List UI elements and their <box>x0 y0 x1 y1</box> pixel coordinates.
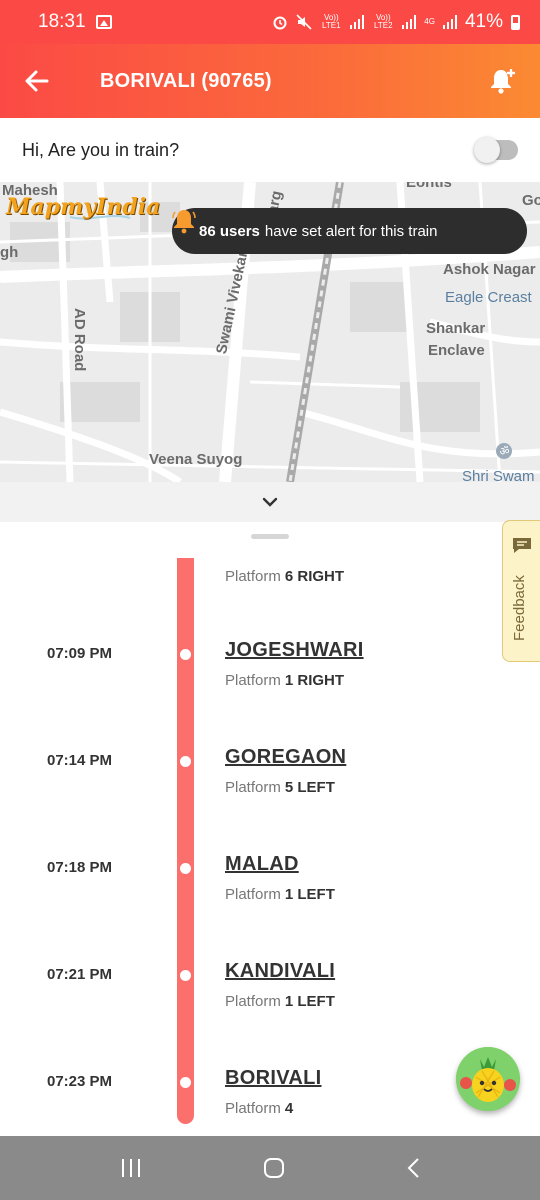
map-label: Eagle Creast <box>445 289 532 306</box>
platform-value: 1 LEFT <box>284 993 335 1010</box>
map-label: Shankar <box>426 320 486 337</box>
status-time: 18:31 <box>38 11 86 32</box>
platform-value: 1 RIGHT <box>284 672 345 689</box>
stop-name-link[interactable]: MALAD <box>225 853 299 876</box>
map-view[interactable]: Mahesh gh AD Road Swami Vivekan arg Asho… <box>0 182 540 482</box>
stop-name-link[interactable]: BORIVALI <box>225 1067 321 1090</box>
mapmyindia-logo: MapmyIndia <box>6 194 161 220</box>
network-label: 4G <box>424 17 435 26</box>
stop-name-link[interactable]: KANDIVALI <box>225 960 335 983</box>
stop-platform: Platform 5 LEFT <box>225 779 335 796</box>
drag-handle[interactable] <box>251 534 289 539</box>
signal-icon-2 <box>402 15 417 29</box>
stop-platform: Platform 1 RIGHT <box>225 672 344 689</box>
back-arrow-icon <box>25 70 49 92</box>
map-label: Eohtis <box>406 182 452 191</box>
map-label: gh <box>0 244 19 261</box>
battery-percent: 41% <box>464 11 503 32</box>
stop-platform: Platform 1 LEFT <box>225 886 335 903</box>
back-nav-icon[interactable] <box>405 1157 421 1179</box>
temple-icon: ॐ <box>496 443 512 459</box>
add-alert-button[interactable] <box>466 44 540 118</box>
platform-label: Platform <box>225 568 281 585</box>
stop-dot <box>180 1077 191 1088</box>
app-bar: BORIVALI (90765) <box>0 44 540 118</box>
stop-name-link[interactable]: JOGESHWARI <box>225 639 364 662</box>
recents-icon[interactable] <box>119 1157 143 1179</box>
map-label: Enclave <box>428 342 485 359</box>
platform-label: Platform <box>225 1100 281 1117</box>
pineapple-mascot-icon <box>456 1047 520 1111</box>
home-icon[interactable] <box>262 1156 286 1180</box>
bell-icon <box>172 210 196 234</box>
sim1-label: Vo)) LTE1 <box>322 13 341 30</box>
battery-icon <box>511 14 520 30</box>
stop-dot <box>180 649 191 660</box>
platform-label: Platform <box>225 886 281 903</box>
alarm-icon <box>273 16 287 30</box>
stop-dot <box>180 756 191 767</box>
in-train-question: Hi, Are you in train? <box>22 139 180 160</box>
stop-dot <box>180 863 191 874</box>
in-train-row: Hi, Are you in train? <box>0 118 540 182</box>
map-collapse-toggle[interactable] <box>0 482 540 522</box>
stop-time: 07:18 PM <box>47 859 113 876</box>
map-label: AD Road <box>71 308 88 372</box>
stop-time: 07:23 PM <box>47 1073 113 1090</box>
feedback-tab[interactable]: Feedback <box>502 520 540 662</box>
route-timeline[interactable]: Platform 6 RIGHT 07:09 PM JOGESHWARI Plat… <box>0 522 540 1136</box>
status-icons: Vo)) LTE1 Vo)) LTE2 4G 41% <box>272 11 520 33</box>
platform-label: Platform <box>225 993 281 1010</box>
map-label: Ashok Nagar <box>443 261 536 278</box>
in-train-toggle[interactable] <box>474 137 518 163</box>
back-button[interactable] <box>0 44 74 118</box>
previous-stop-platform: Platform 6 RIGHT <box>225 568 344 585</box>
sim2-label: Vo)) LTE2 <box>374 13 393 30</box>
stop-name-link[interactable]: GOREGAON <box>225 746 346 769</box>
map-label: Shri Swam <box>462 468 535 482</box>
alert-users-banner: 86 users have set alert for this train <box>172 208 527 254</box>
system-nav-bar <box>0 1136 540 1200</box>
platform-value: 5 LEFT <box>284 779 335 796</box>
signal-icon-3 <box>442 15 457 29</box>
timeline-stop: 07:18 PM MALAD Platform 1 LEFT <box>0 853 540 929</box>
stop-time: 07:21 PM <box>47 966 113 983</box>
feedback-label: Feedback <box>511 575 528 641</box>
bell-plus-icon <box>491 69 515 94</box>
platform-label: Platform <box>225 672 281 689</box>
platform-label: Platform <box>225 779 281 796</box>
platform-value: 1 LEFT <box>284 886 335 903</box>
signal-icon-1 <box>350 15 365 29</box>
stop-platform: Platform 4 <box>225 1100 293 1117</box>
stop-platform: Platform 1 LEFT <box>225 993 335 1010</box>
map-label: Veena Suyog <box>149 451 243 468</box>
platform-value: 6 RIGHT <box>284 568 345 585</box>
stop-dot <box>180 970 191 981</box>
mute-icon <box>296 14 312 30</box>
feedback-icon <box>513 538 531 553</box>
gallery-icon <box>95 15 112 29</box>
timeline-stop: 07:14 PM GOREGAON Platform 5 LEFT <box>0 746 540 822</box>
svg-text:ॐ: ॐ <box>500 445 510 458</box>
map-label: Go <box>522 192 540 209</box>
assistant-mascot-button[interactable] <box>456 1047 520 1111</box>
platform-value: 4 <box>284 1100 294 1117</box>
alert-user-count: 86 users <box>199 222 260 240</box>
stop-time: 07:09 PM <box>47 645 113 662</box>
stop-time: 07:14 PM <box>47 752 113 769</box>
alert-text: have set alert for this train <box>264 222 438 240</box>
timeline-stop: 07:09 PM JOGESHWARI Platform 1 RIGHT <box>0 639 540 715</box>
timeline-stop: 07:21 PM KANDIVALI Platform 1 LEFT <box>0 960 540 1036</box>
route-rail <box>177 558 194 1124</box>
status-bar: 18:31 Vo)) LTE1 Vo)) LTE2 4G 41% <box>0 0 540 44</box>
chevron-down-icon <box>262 497 278 507</box>
page-title: BORIVALI (90765) <box>100 69 272 92</box>
